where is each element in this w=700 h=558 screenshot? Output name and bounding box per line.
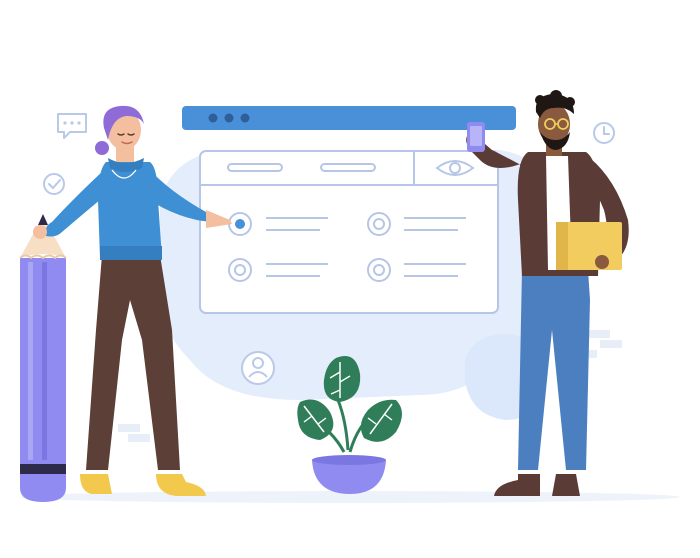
user-icon [241, 351, 275, 385]
folder-icon [556, 222, 622, 270]
clock-icon [593, 122, 615, 144]
radio-selected-dot [235, 219, 245, 229]
pencil-icon [19, 214, 67, 502]
brick-decoration-left [118, 424, 150, 442]
window-dot [224, 113, 234, 123]
illustration-scene [0, 0, 700, 558]
chat-bubble-icon [57, 113, 87, 139]
browser-window [182, 106, 516, 314]
window-dot [240, 113, 250, 123]
window-dot [208, 113, 218, 123]
check-circle-icon [43, 173, 65, 195]
phone-icon [467, 122, 485, 152]
